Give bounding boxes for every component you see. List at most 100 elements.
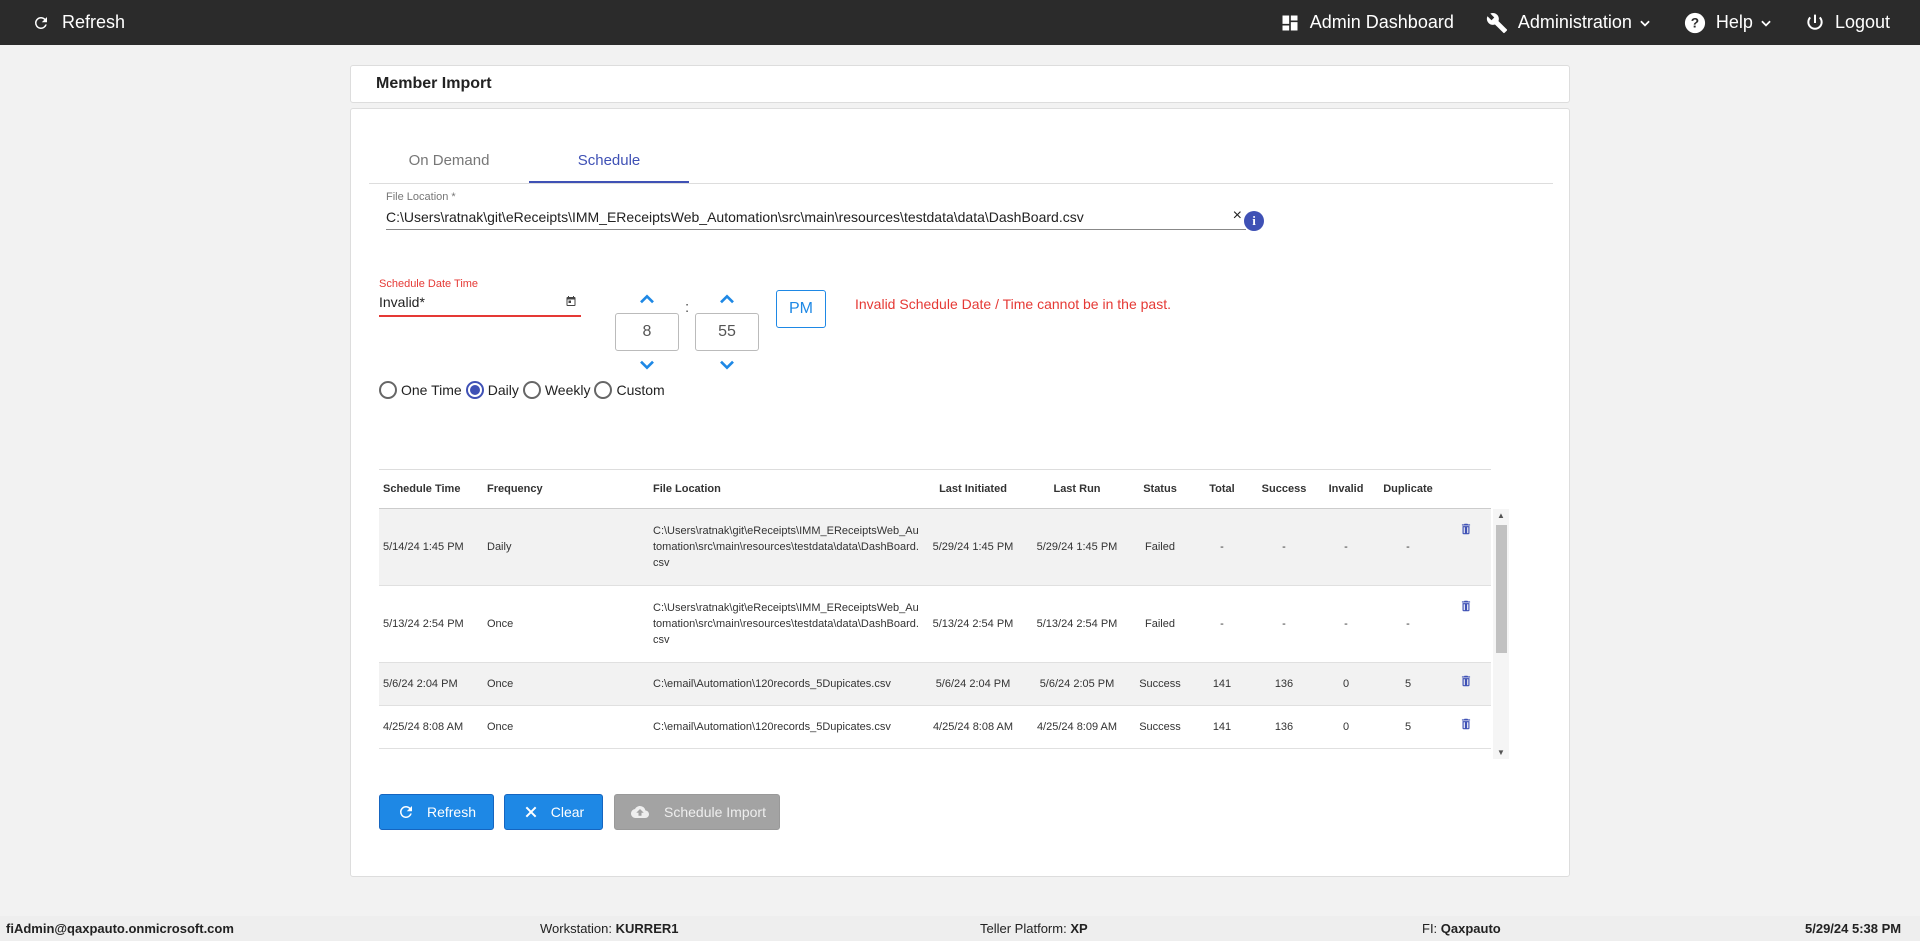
file-location-label: File Location * <box>386 191 456 203</box>
info-icon[interactable]: i <box>1244 211 1264 231</box>
radio-custom[interactable]: Custom <box>594 381 665 399</box>
table-row: 4/25/24 8:08 AM Once C:\email\Automation… <box>379 706 1491 749</box>
tab-schedule[interactable]: Schedule <box>529 129 689 183</box>
cell-duplicate: - <box>1406 618 1410 630</box>
delete-icon[interactable] <box>1437 586 1491 614</box>
minute-input[interactable]: 55 <box>695 313 759 351</box>
column-header[interactable]: File Location <box>649 481 919 497</box>
radio-label: Daily <box>487 382 519 398</box>
schedule-date-label: Schedule Date Time <box>379 278 479 290</box>
cell-status: Failed <box>1145 541 1175 553</box>
schedule-date-field: Schedule Date Time Invalid* <box>379 278 581 317</box>
tab-bar: On Demand Schedule <box>369 129 1553 184</box>
cell-last-initiated: 5/13/24 2:54 PM <box>932 618 1014 630</box>
cell-schedule-time: 5/13/24 2:54 PM <box>383 618 464 630</box>
radio-label: Weekly <box>544 382 591 398</box>
table-row: 5/6/24 2:04 PM Once C:\email\Automation\… <box>379 663 1491 706</box>
cell-frequency: Once <box>487 721 514 733</box>
cell-total: 141 <box>1212 721 1232 733</box>
help-menu[interactable]: ? Help <box>1684 12 1773 34</box>
scrollbar-thumb[interactable] <box>1496 525 1507 653</box>
footer-workstation: Workstation: KURRER1 <box>540 921 678 936</box>
cell-last-run: 4/25/24 8:09 AM <box>1036 721 1118 733</box>
refresh-button[interactable]: Refresh <box>379 794 494 830</box>
scroll-down-icon[interactable]: ▼ <box>1497 748 1505 757</box>
cell-success: - <box>1282 541 1286 553</box>
cell-frequency: Daily <box>487 541 512 553</box>
minute-up-arrow-icon[interactable] <box>695 289 759 309</box>
administration-label: Administration <box>1517 12 1632 32</box>
cell-status: Success <box>1139 721 1181 733</box>
cell-file-location: C:\Users\ratnak\git\eReceipts\IMM_ERecei… <box>653 602 919 646</box>
radio-weekly[interactable]: Weekly <box>522 381 591 399</box>
radio-daily[interactable]: Daily <box>465 381 519 399</box>
cell-total: - <box>1220 541 1224 553</box>
refresh-icon <box>399 806 412 818</box>
column-header[interactable]: Schedule Time <box>379 483 483 495</box>
column-header[interactable]: Status <box>1127 483 1189 495</box>
administration-menu[interactable]: Administration <box>1486 12 1652 34</box>
radio-circle <box>379 381 397 399</box>
clear-icon[interactable]: × <box>1233 207 1242 225</box>
chevron-down-icon <box>1759 16 1773 30</box>
delete-icon[interactable] <box>1437 716 1491 732</box>
page-title-card: Member Import <box>350 65 1570 103</box>
help-icon: ? <box>1684 12 1706 34</box>
admin-dashboard-link[interactable]: Admin Dashboard <box>1280 12 1454 33</box>
cell-last-run: 5/29/24 1:45 PM <box>1036 541 1118 553</box>
tab-on-demand[interactable]: On Demand <box>369 129 529 183</box>
column-header[interactable]: Last Initiated <box>919 483 1023 495</box>
schedule-date-value: Invalid* <box>379 294 425 310</box>
column-header[interactable]: Frequency <box>483 483 649 495</box>
top-refresh-button[interactable]: Refresh <box>0 12 125 33</box>
column-header[interactable]: Duplicate <box>1375 483 1437 495</box>
table-body[interactable]: 5/14/24 1:45 PM Daily C:\Users\ratnak\gi… <box>379 509 1509 759</box>
table-scrollbar[interactable]: ▲ ▼ <box>1493 509 1509 759</box>
schedule-import-button[interactable]: Schedule Import <box>614 794 780 830</box>
cell-schedule-time: 5/14/24 1:45 PM <box>383 541 464 553</box>
cell-invalid: 0 <box>1342 678 1350 690</box>
top-refresh-label: Refresh <box>62 12 126 32</box>
calendar-icon[interactable] <box>565 294 577 310</box>
cell-success: - <box>1282 618 1286 630</box>
column-header[interactable]: Last Run <box>1023 483 1127 495</box>
delete-icon[interactable] <box>1437 673 1491 689</box>
cell-total: 141 <box>1212 678 1232 690</box>
schedule-date-input[interactable]: Invalid* <box>379 294 581 317</box>
cell-last-initiated: 5/6/24 2:04 PM <box>935 678 1011 690</box>
footer-fi-label: FI: <box>1422 921 1438 936</box>
radio-circle <box>522 381 541 399</box>
hour-input[interactable]: 8 <box>615 313 679 351</box>
hour-down-arrow-icon[interactable] <box>615 355 679 375</box>
cloud-upload-icon <box>631 806 650 818</box>
cell-success: 136 <box>1274 721 1294 733</box>
cell-total: - <box>1220 618 1224 630</box>
status-bar: fiAdmin@qaxpauto.onmicrosoft.com Worksta… <box>0 916 1920 941</box>
radio-one-time[interactable]: One Time <box>379 381 462 399</box>
cell-file-location: C:\email\Automation\120records_5Dupicate… <box>653 721 891 733</box>
cell-duplicate: 5 <box>1404 721 1412 733</box>
file-location-input[interactable]: C:\Users\ratnak\git\eReceipts\IMM_ERecei… <box>386 207 1246 230</box>
cell-frequency: Once <box>487 678 514 690</box>
logout-button[interactable]: Logout <box>1805 12 1890 33</box>
cell-last-initiated: 4/25/24 8:08 AM <box>932 721 1014 733</box>
clear-button[interactable]: Clear <box>504 794 603 830</box>
radio-circle <box>594 381 613 399</box>
chevron-down-icon <box>1638 16 1652 30</box>
footer-workstation-label: Workstation: <box>540 921 613 936</box>
cell-duplicate: 5 <box>1404 678 1412 690</box>
admin-dashboard-label: Admin Dashboard <box>1309 12 1454 32</box>
column-header[interactable]: Success <box>1251 483 1313 495</box>
column-header[interactable]: Invalid <box>1313 483 1375 495</box>
table-header: Schedule Time Frequency File Location La… <box>379 469 1491 509</box>
hour-up-arrow-icon[interactable] <box>615 289 679 309</box>
file-location-value: C:\Users\ratnak\git\eReceipts\IMM_ERecei… <box>386 209 1084 225</box>
scroll-up-icon[interactable]: ▲ <box>1497 511 1505 520</box>
minute-down-arrow-icon[interactable] <box>695 355 759 375</box>
cell-last-initiated: 5/29/24 1:45 PM <box>932 541 1014 553</box>
page-title: Member Import <box>376 75 492 92</box>
footer-datetime: 5/29/24 5:38 PM <box>1805 921 1902 936</box>
ampm-toggle[interactable]: PM <box>776 290 826 328</box>
column-header[interactable]: Total <box>1189 483 1251 495</box>
delete-icon[interactable] <box>1437 509 1491 537</box>
